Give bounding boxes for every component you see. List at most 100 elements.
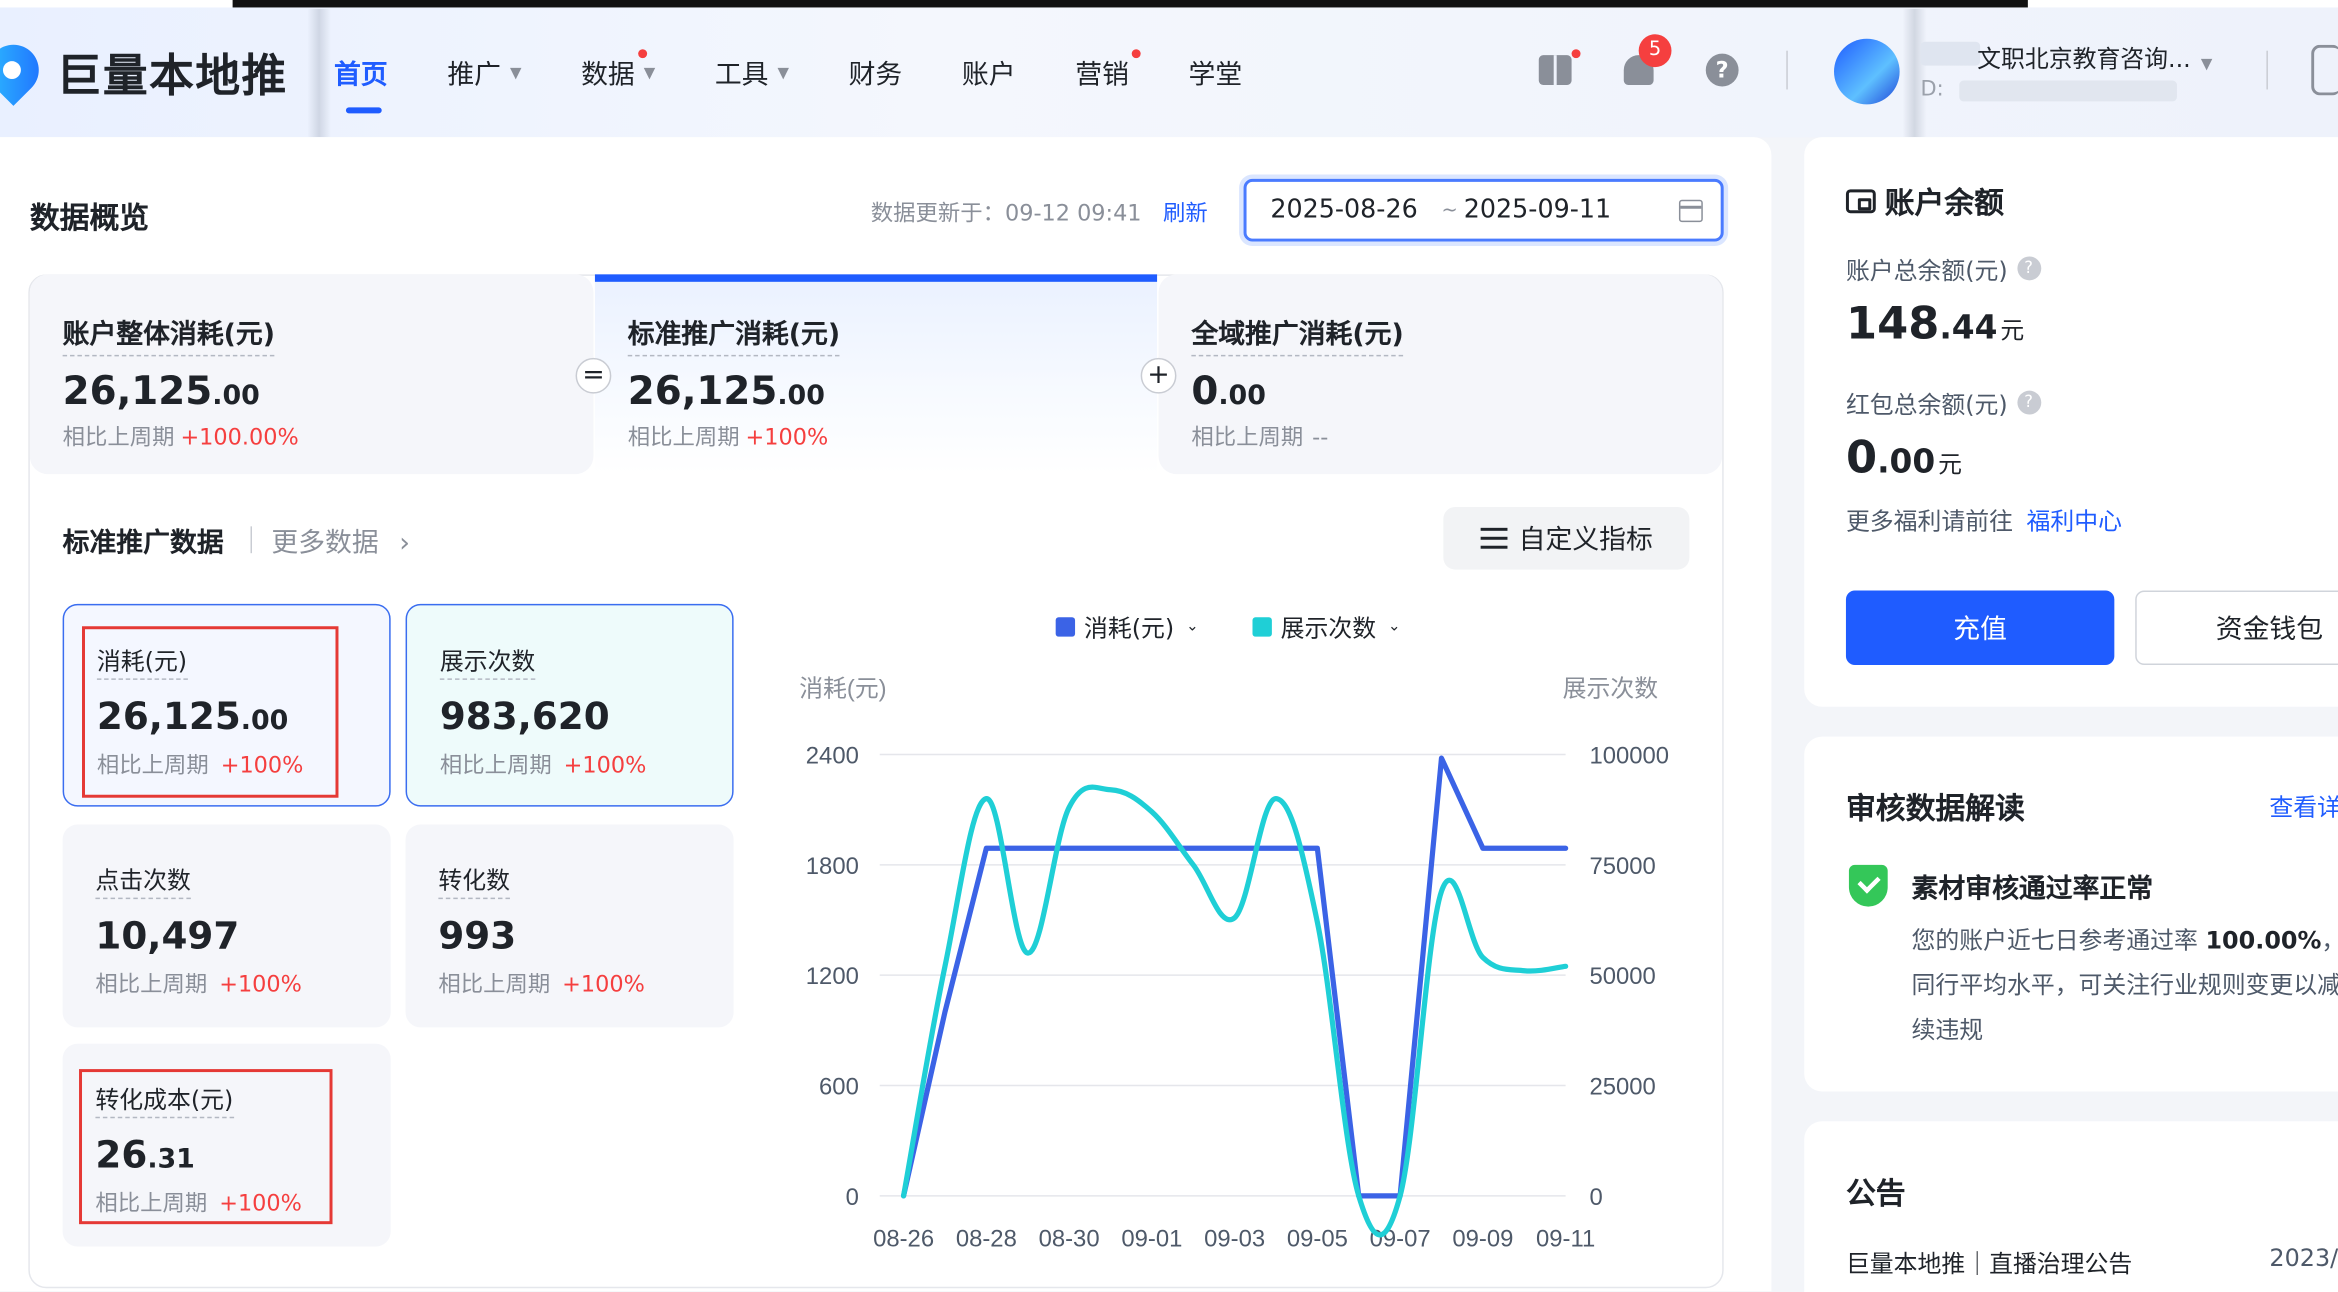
update-time: 数据更新于：09-12 09:41 — [870, 199, 1142, 227]
summary-compare: 相比上周期 +100.00% — [63, 420, 299, 451]
audit-rate: 100.00% — [2205, 925, 2322, 955]
welfare-center-link[interactable]: 福利中心 — [2027, 507, 2122, 535]
brand-logo[interactable]: 巨量本地推 — [0, 39, 288, 105]
browser-edge — [0, 0, 2338, 8]
metric-card-2[interactable]: 点击次数 10,497 相比上周期 +100% — [62, 824, 391, 1028]
legend-item-cost[interactable]: 消耗(元) ⌄ — [1055, 608, 1199, 644]
nav-label: 推广 — [447, 59, 501, 91]
bell-icon: 5 — [1623, 34, 1672, 85]
account-id-label: D: — [1920, 77, 1944, 102]
compare-value: -- — [1312, 423, 1329, 451]
compare-value: +100% — [745, 423, 829, 451]
metric-value: 10,497 — [95, 914, 239, 957]
date-start[interactable]: 2025-08-26 — [1270, 195, 1417, 225]
metric-value-int: 993 — [438, 914, 517, 958]
summary-card-0[interactable]: 账户整体消耗(元) 26,125.00 相比上周期 +100.00% — [29, 274, 594, 475]
shield-check-icon — [1848, 864, 1888, 907]
redacted-name — [1920, 41, 1981, 66]
view-details-link[interactable]: 查看详 — [2269, 787, 2338, 823]
y-right-tick: 25000 — [1589, 1073, 1655, 1100]
total-balance-dec: .44 — [1939, 310, 1998, 348]
sliders-icon — [1479, 527, 1507, 549]
compare-label: 相比上周期 — [439, 751, 552, 779]
balance-title-text: 账户余额 — [1884, 184, 2004, 221]
metric-card-1[interactable]: 展示次数 983,620 相比上周期 +100% — [405, 603, 734, 807]
help-button[interactable]: ? — [1703, 51, 1742, 90]
legend-label: 消耗(元) — [1084, 614, 1175, 643]
summary-label: 全域推广消耗(元) — [1191, 313, 1404, 357]
screen-icon[interactable] — [2311, 44, 2338, 96]
summary-card-2[interactable]: 全域推广消耗(元) 0.00 相比上周期 -- — [1158, 274, 1723, 475]
date-end[interactable]: 2025-09-11 — [1464, 195, 1611, 225]
chevron-down-icon: ▼ — [777, 64, 789, 82]
chevron-down-icon: ⌄ — [1186, 618, 1199, 635]
nav-item-0[interactable]: 首页 — [334, 54, 388, 114]
unit-label: 元 — [2000, 316, 2025, 345]
audit-description: 您的账户近七日参考通过率 100.00%，同行平均水平，可关注行业规则变更以减续… — [1912, 918, 2338, 1052]
date-range-picker[interactable]: 2025-08-26 ~ 2025-09-11 — [1243, 178, 1724, 242]
header-divider — [2266, 50, 2268, 90]
nav-item-2[interactable]: 数据 ▼ — [581, 49, 655, 93]
metric-card-3[interactable]: 转化数 993 相比上周期 +100% — [405, 824, 734, 1028]
compare-value: +100.00% — [180, 423, 299, 451]
more-data-link[interactable]: 更多数据 › — [271, 522, 410, 561]
balance-card: 账户余额 账户总余额(元) ? 148.44 元 红包总余额(元) ? 0.00 元… — [1804, 137, 2338, 707]
metric-value-int: 10,497 — [95, 914, 240, 958]
nav-item-5[interactable]: 账户 — [962, 54, 1016, 93]
recharge-button[interactable]: 充值 — [1845, 590, 2115, 666]
y-axis-right-label: 展示次数 — [1563, 675, 1659, 702]
nav-item-6[interactable]: 营销 — [1075, 49, 1141, 93]
balance-title: 账户余额 — [1845, 179, 2004, 222]
x-tick: 09-03 — [1204, 1226, 1265, 1253]
compare-label: 相比上周期 — [627, 423, 740, 451]
question-icon[interactable]: ? — [2016, 256, 2041, 281]
legend-label: 展示次数 — [1280, 614, 1377, 643]
total-balance-label: 账户总余额(元) ? — [1846, 250, 2041, 286]
summary-value: 0.00 — [1191, 370, 1266, 415]
custom-metrics-button[interactable]: 自定义指标 — [1443, 506, 1690, 570]
refresh-link[interactable]: 刷新 — [1163, 197, 1208, 228]
nav-item-1[interactable]: 推广 ▼ — [447, 54, 521, 93]
metric-label: 点击次数 — [95, 860, 191, 900]
summary-value-int: 26,125 — [62, 369, 213, 415]
red-balance-label-text: 红包总余额(元) — [1845, 390, 2008, 419]
summary-compare: 相比上周期 +100% — [628, 420, 829, 451]
summary-value-int: 0 — [1191, 369, 1219, 415]
account-switcher[interactable]: 文职北京教育咨询... D: ▼ — [1834, 33, 2281, 108]
y-right-tick: 75000 — [1589, 853, 1655, 880]
brand-name: 巨量本地推 — [56, 50, 288, 103]
x-tick: 09-01 — [1121, 1226, 1182, 1253]
screen-artifact — [307, 8, 332, 138]
metric-compare: 相比上周期 +100% — [95, 968, 301, 999]
y-left-tick: 0 — [846, 1184, 859, 1211]
series-line-0 — [900, 755, 1569, 1199]
summary-value-dec: .00 — [212, 380, 260, 412]
x-tick: 08-30 — [1039, 1226, 1100, 1253]
y-axis-left-label: 消耗(元) — [799, 675, 886, 702]
notification-button[interactable]: 5 — [1619, 34, 1672, 90]
x-tick: 08-28 — [956, 1226, 1017, 1253]
nav-item-3[interactable]: 工具 ▼ — [715, 54, 789, 93]
metric-value-int: 983,620 — [439, 694, 610, 739]
wallet-button[interactable]: 资金钱包 — [2135, 590, 2338, 666]
summary-card-1[interactable]: 标准推广消耗(元) 26,125.00 相比上周期 +100% — [594, 274, 1158, 475]
question-icon[interactable]: ? — [2016, 390, 2041, 415]
y-right-tick: 0 — [1589, 1184, 1602, 1211]
nav-item-7[interactable]: 学堂 — [1189, 54, 1243, 93]
audit-body-prefix: 您的账户近七日参考通过率 — [1911, 925, 2198, 955]
legend-swatch — [1252, 616, 1272, 636]
summary-label: 标准推广消耗(元) — [627, 313, 841, 357]
gift-button[interactable] — [1536, 49, 1581, 90]
notice-item[interactable]: 巨量本地推｜直播治理公告 — [1846, 1244, 2132, 1280]
custom-metrics-label: 自定义指标 — [1518, 524, 1653, 557]
nav-item-4[interactable]: 财务 — [849, 54, 903, 93]
legend-item-impressions[interactable]: 展示次数 ⌄ — [1252, 608, 1401, 644]
section-title: 标准推广数据 — [62, 527, 224, 560]
calendar-icon — [1678, 199, 1703, 223]
chevron-down-icon: ▼ — [2200, 56, 2213, 74]
y-right-tick: 50000 — [1589, 963, 1655, 990]
total-balance-value: 148.44 元 — [1846, 298, 2024, 350]
redacted-id — [1959, 80, 2177, 102]
x-tick: 09-05 — [1287, 1226, 1348, 1253]
metric-compare: 相比上周期 +100% — [440, 749, 646, 780]
